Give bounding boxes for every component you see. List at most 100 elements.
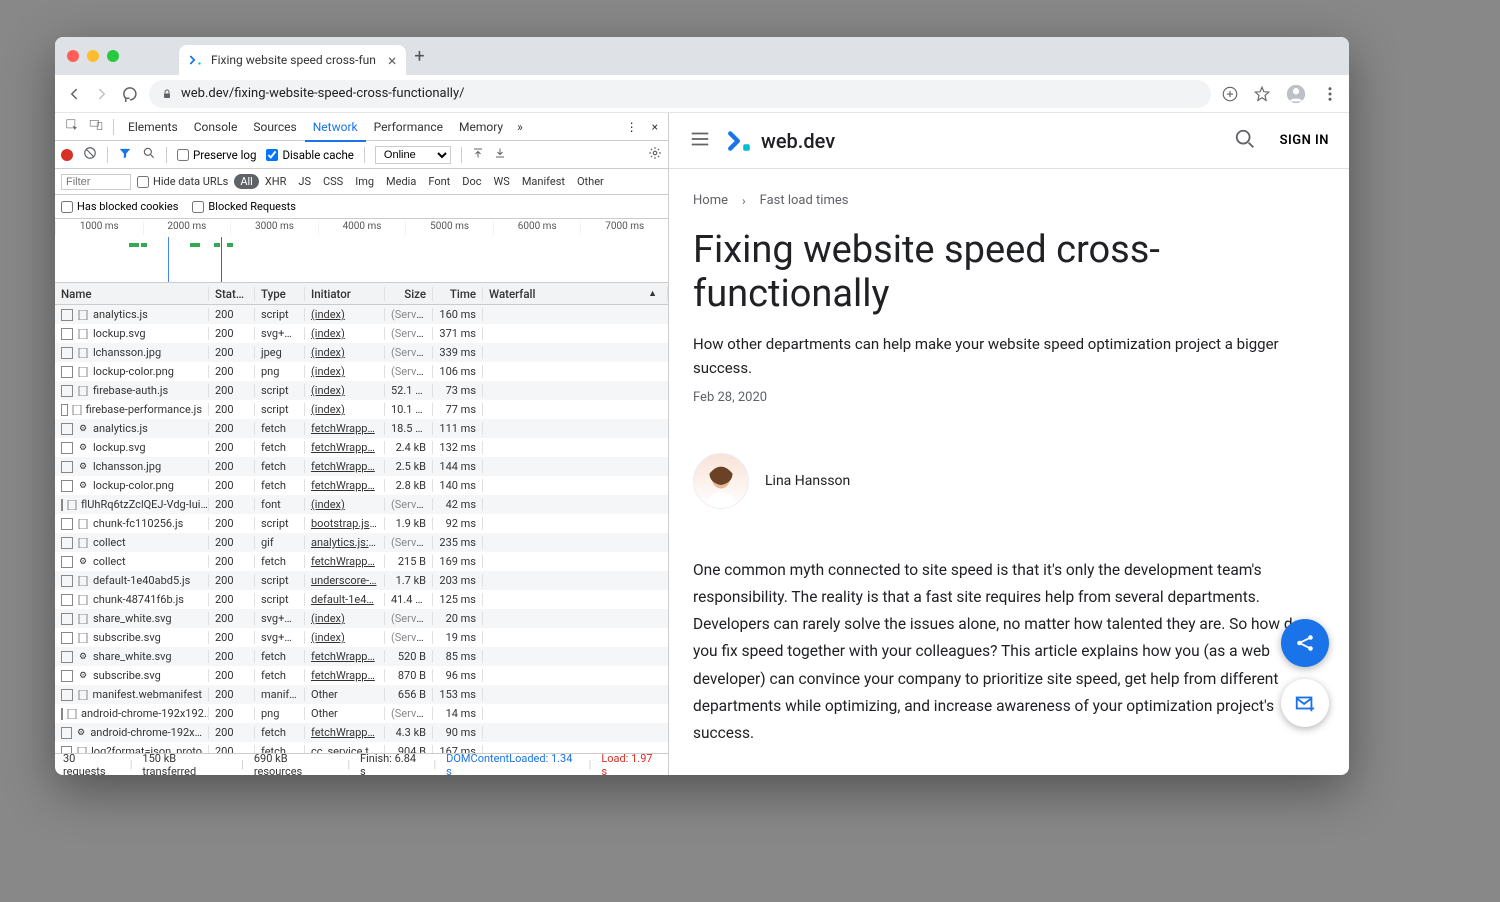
share-fab[interactable] xyxy=(1281,619,1329,667)
record-button[interactable] xyxy=(61,149,73,161)
blocked-cookies-checkbox[interactable]: Has blocked cookies xyxy=(61,200,178,213)
export-har-icon[interactable] xyxy=(494,147,506,162)
row-select-box[interactable] xyxy=(61,670,73,682)
row-select-box[interactable] xyxy=(61,461,73,473)
minimize-window-button[interactable] xyxy=(87,50,99,62)
network-row[interactable]: flUhRq6tzZclQEJ-Vdg-Iui…200font(index)(S… xyxy=(55,495,668,514)
more-panels-icon[interactable]: » xyxy=(513,116,527,138)
disable-cache-checkbox[interactable]: Disable cache xyxy=(266,148,353,162)
network-row[interactable]: analytics.js200script(index)(Servi…160 m… xyxy=(55,305,668,324)
filter-type-media[interactable]: Media xyxy=(380,174,422,189)
network-row[interactable]: android-chrome-192x192.…200pngOther(Serv… xyxy=(55,704,668,723)
new-tab-button[interactable]: + xyxy=(414,46,424,67)
filter-input[interactable] xyxy=(61,174,131,190)
filter-type-css[interactable]: CSS xyxy=(317,174,349,189)
profile-icon[interactable] xyxy=(1285,83,1307,105)
filter-type-manifest[interactable]: Manifest xyxy=(516,174,571,189)
network-row[interactable]: firebase-auth.js200script(index)52.1 kB7… xyxy=(55,381,668,400)
clear-icon[interactable] xyxy=(83,146,97,163)
row-select-box[interactable] xyxy=(61,594,73,606)
install-icon[interactable] xyxy=(1221,85,1239,103)
row-select-box[interactable] xyxy=(61,328,73,340)
devtools-tab-elements[interactable]: Elements xyxy=(120,114,186,140)
header-search-icon[interactable] xyxy=(1234,128,1256,154)
row-select-box[interactable] xyxy=(61,632,73,644)
row-select-box[interactable] xyxy=(61,651,73,663)
network-row[interactable]: ⚙collect200fetchfetchWrapp…215 B169 ms xyxy=(55,552,668,571)
network-row[interactable]: ⚙share_white.svg200fetchfetchWrapp…520 B… xyxy=(55,647,668,666)
network-row[interactable]: lchansson.jpg200jpeg(index)(Servi…339 ms xyxy=(55,343,668,362)
col-type-header[interactable]: Type xyxy=(255,287,305,301)
signin-button[interactable]: SIGN IN xyxy=(1280,133,1329,148)
col-size-header[interactable]: Size xyxy=(385,287,433,301)
hide-data-urls-checkbox[interactable]: Hide data URLs xyxy=(137,175,228,188)
network-row[interactable]: chunk-48741f6b.js200scriptdefault-1e4…41… xyxy=(55,590,668,609)
row-select-box[interactable] xyxy=(61,366,73,378)
subscribe-fab[interactable] xyxy=(1281,679,1329,727)
throttle-select[interactable]: Online xyxy=(375,146,451,164)
maximize-window-button[interactable] xyxy=(107,50,119,62)
author-name[interactable]: Lina Hansson xyxy=(765,473,850,489)
filter-type-all[interactable]: All xyxy=(234,174,259,189)
col-initiator-header[interactable]: Initiator xyxy=(305,287,385,301)
col-time-header[interactable]: Time xyxy=(433,287,483,301)
row-select-box[interactable] xyxy=(61,442,73,454)
devtools-tab-performance[interactable]: Performance xyxy=(366,114,451,140)
author-avatar[interactable] xyxy=(693,453,749,509)
network-row[interactable]: subscribe.svg200svg+…(index)(Servi…19 ms xyxy=(55,628,668,647)
forward-button[interactable] xyxy=(93,85,111,103)
menu-icon[interactable] xyxy=(1321,85,1339,103)
filter-funnel-icon[interactable] xyxy=(118,146,132,163)
devtools-tab-network[interactable]: Network xyxy=(305,114,366,142)
element-picker-icon[interactable] xyxy=(61,114,83,139)
filter-type-other[interactable]: Other xyxy=(571,174,610,189)
devtools-tab-sources[interactable]: Sources xyxy=(245,114,304,140)
row-select-box[interactable] xyxy=(61,385,73,397)
blocked-requests-checkbox[interactable]: Blocked Requests xyxy=(192,200,296,213)
site-logo[interactable]: web.dev xyxy=(727,128,835,154)
filter-type-ws[interactable]: WS xyxy=(488,174,516,189)
devtools-tab-memory[interactable]: Memory xyxy=(451,114,511,140)
search-icon[interactable] xyxy=(142,146,156,163)
col-name-header[interactable]: Name xyxy=(55,287,209,301)
row-select-box[interactable] xyxy=(61,537,73,549)
preserve-log-checkbox[interactable]: Preserve log xyxy=(177,148,256,162)
import-har-icon[interactable] xyxy=(472,147,484,162)
network-row[interactable]: ⚙lockup.svg200fetchfetchWrapp…2.4 kB132 … xyxy=(55,438,668,457)
back-button[interactable] xyxy=(65,85,83,103)
crumb-section[interactable]: Fast load times xyxy=(760,193,849,208)
network-row[interactable]: default-1e40abd5.js200scriptunderscore-…… xyxy=(55,571,668,590)
row-select-box[interactable] xyxy=(61,556,73,568)
row-select-box[interactable] xyxy=(61,480,73,492)
network-row[interactable]: lockup.svg200svg+…(index)(Servi…371 ms xyxy=(55,324,668,343)
close-window-button[interactable] xyxy=(67,50,79,62)
row-select-box[interactable] xyxy=(61,499,63,511)
devtools-close-icon[interactable]: × xyxy=(648,116,662,138)
row-select-box[interactable] xyxy=(61,689,73,701)
close-tab-icon[interactable]: × xyxy=(388,51,397,70)
hamburger-icon[interactable] xyxy=(689,128,711,154)
network-row[interactable]: ⚙lockup-color.png200fetchfetchWrapp…2.8 … xyxy=(55,476,668,495)
address-bar[interactable]: web.dev/fixing-website-speed-cross-funct… xyxy=(149,80,1211,108)
network-row[interactable]: lockup-color.png200png(index)(Servi…106 … xyxy=(55,362,668,381)
row-select-box[interactable] xyxy=(61,708,63,720)
device-toolbar-icon[interactable] xyxy=(85,114,107,139)
reload-button[interactable] xyxy=(121,85,139,103)
filter-type-img[interactable]: Img xyxy=(349,174,380,189)
devtools-tab-console[interactable]: Console xyxy=(186,114,246,140)
network-settings-icon[interactable] xyxy=(648,146,662,163)
network-row[interactable]: manifest.webmanifest200manif…Other656 B1… xyxy=(55,685,668,704)
network-row[interactable]: ⚙android-chrome-192x…200fetchfetchWrapp…… xyxy=(55,723,668,742)
timeline-overview[interactable]: 1000 ms2000 ms3000 ms4000 ms5000 ms6000 … xyxy=(55,219,668,283)
network-row[interactable]: ⚙subscribe.svg200fetchfetchWrapp…870 B96… xyxy=(55,666,668,685)
row-select-box[interactable] xyxy=(61,423,73,435)
network-row[interactable]: collect200gifanalytics.js:36(Servi…235 m… xyxy=(55,533,668,552)
row-select-box[interactable] xyxy=(61,347,73,359)
row-select-box[interactable] xyxy=(61,727,72,739)
network-row[interactable]: ⚙lchansson.jpg200fetchfetchWrapp…2.5 kB1… xyxy=(55,457,668,476)
crumb-home[interactable]: Home xyxy=(693,193,728,208)
filter-type-xhr[interactable]: XHR xyxy=(259,174,293,189)
network-row[interactable]: firebase-performance.js200script(index)1… xyxy=(55,400,668,419)
row-select-box[interactable] xyxy=(61,404,68,416)
devtools-menu-icon[interactable]: ⋮ xyxy=(622,116,642,138)
